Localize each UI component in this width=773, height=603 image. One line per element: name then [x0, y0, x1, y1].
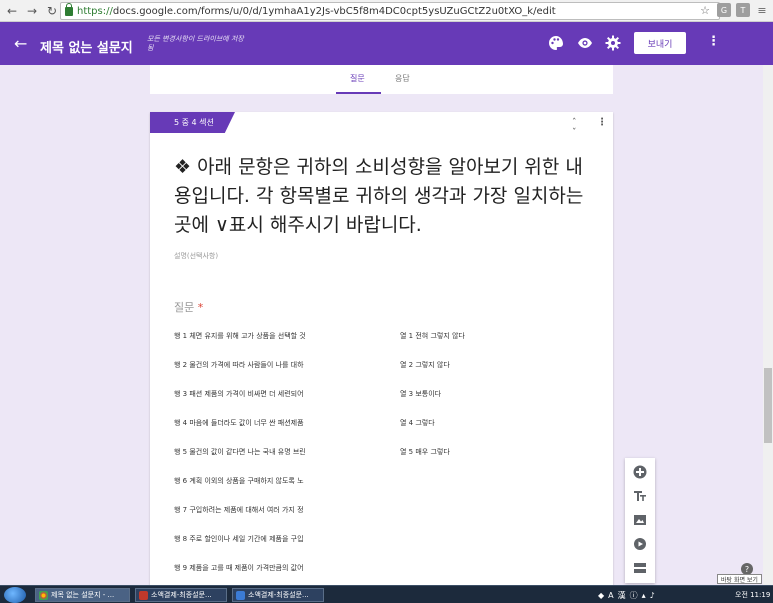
- help-tray-icon[interactable]: ⓘ: [630, 590, 638, 601]
- taskbar-item-label: 소액결제-최종설문...: [248, 591, 309, 599]
- grid-row[interactable]: 행 4 마음에 들더라도 값이 너무 싼 패션제품: [174, 418, 304, 428]
- required-mark: *: [197, 301, 204, 314]
- active-tab-indicator: [336, 92, 381, 94]
- reload-icon[interactable]: ↻: [44, 2, 60, 20]
- add-title-icon[interactable]: [633, 489, 647, 503]
- browser-toolbar: ← → ↻ https://docs.google.com/forms/u/0/…: [0, 0, 773, 22]
- url-text: docs.google.com/forms/u/0/d/1ymhaA1y2Js-…: [112, 5, 556, 17]
- grid-column[interactable]: 열 5 매우 그렇다: [400, 447, 450, 457]
- section-tag: 5 중 4 섹션: [150, 112, 235, 133]
- grid-row[interactable]: 행 8 주로 할인이나 세일 기간에 제품을 구입: [174, 534, 304, 544]
- show-desktop-tooltip: 바탕 화면 보기: [717, 574, 762, 584]
- question-title[interactable]: 질문 *: [174, 299, 203, 315]
- add-item-toolbar: [625, 458, 655, 583]
- url-scheme: https://: [77, 5, 113, 17]
- volume-icon[interactable]: ♪: [650, 591, 655, 600]
- grid-row[interactable]: 행 1 체면 유지를 위해 고가 상품을 선택할 것: [174, 331, 306, 341]
- window-icon: [236, 590, 245, 600]
- app-header: ← 제목 없는 설문지 모든 변경사항이 드라이브에 저장됨 보내기 ⋮: [0, 22, 773, 65]
- grid-column[interactable]: 열 3 보통이다: [400, 389, 441, 399]
- grid-row[interactable]: 행 6 계획 이외의 상품을 구매하지 않도록 노: [174, 476, 304, 486]
- grid-row[interactable]: 행 7 구입하려는 제품에 대해서 여러 가지 정: [174, 505, 304, 515]
- menu-icon[interactable]: ≡: [755, 3, 769, 17]
- star-icon[interactable]: ☆: [698, 3, 712, 17]
- preview-eye-icon[interactable]: [577, 35, 593, 51]
- tray-expand-icon[interactable]: ▴: [642, 591, 646, 600]
- send-button[interactable]: 보내기: [634, 32, 686, 54]
- grid-row[interactable]: 행 3 패션 제품의 가격이 비싸면 더 세련되어: [174, 389, 304, 399]
- add-question-icon[interactable]: [633, 465, 647, 479]
- grid-row[interactable]: 행 2 물건의 가격에 따라 사람들이 나를 대하: [174, 360, 304, 370]
- section-title[interactable]: ❖ 아래 문항은 귀하의 소비성향을 알아보기 위한 내용입니다. 각 항목별로…: [174, 153, 594, 240]
- taskbar-item[interactable]: 소액결제-최종설문...: [135, 588, 227, 602]
- grid-row[interactable]: 행 5 물건의 값이 같다면 나는 국내 유명 브린: [174, 447, 306, 457]
- add-video-icon[interactable]: [633, 537, 647, 551]
- hanja-icon[interactable]: 漢: [618, 590, 626, 601]
- section-description[interactable]: 설명(선택사항): [174, 251, 218, 261]
- extension-icon[interactable]: G: [717, 3, 731, 17]
- back-arrow-icon[interactable]: ←: [14, 34, 27, 53]
- grid-row[interactable]: 행 9 제품을 고를 때 제품이 가격만큼의 값어: [174, 563, 304, 573]
- add-image-icon[interactable]: [633, 513, 647, 527]
- tab-responses[interactable]: 응답: [395, 73, 410, 84]
- palette-icon[interactable]: [548, 35, 564, 51]
- taskbar-clock[interactable]: 오전 11:19: [735, 590, 770, 600]
- extension-t-icon[interactable]: T: [736, 3, 750, 17]
- add-section-icon[interactable]: [633, 561, 647, 575]
- taskbar-item-label: 소액결제-최종설문...: [151, 591, 212, 599]
- taskbar-item[interactable]: 제목 없는 설문지 - ...: [35, 588, 130, 602]
- windows-taskbar: 제목 없는 설문지 - ... 소액결제-최종설문... 소액결제-최종설문..…: [0, 585, 773, 603]
- settings-gear-icon[interactable]: [605, 35, 621, 51]
- question-label: 질문: [174, 301, 195, 314]
- more-vert-icon[interactable]: ⋮: [707, 34, 720, 49]
- scrollbar-thumb[interactable]: [764, 368, 772, 443]
- grid-column[interactable]: 열 4 그렇다: [400, 418, 435, 428]
- grid-column[interactable]: 열 1 전혀 그렇지 않다: [400, 331, 465, 341]
- start-button[interactable]: [4, 587, 26, 603]
- language-a-icon[interactable]: A: [608, 591, 613, 600]
- taskbar-item-label: 제목 없는 설문지 - ...: [51, 591, 115, 599]
- section-more-icon[interactable]: ⋮: [597, 117, 607, 128]
- collapse-icon[interactable]: ˆˇ: [572, 118, 577, 138]
- save-status: 모든 변경사항이 드라이브에 저장됨: [147, 35, 244, 52]
- page-scrollbar[interactable]: [763, 65, 773, 585]
- lock-icon: [65, 2, 73, 16]
- taskbar-item[interactable]: 소액결제-최종설문...: [232, 588, 324, 602]
- document-icon: [139, 590, 148, 600]
- form-tabs: 질문 응답: [150, 65, 613, 94]
- chrome-icon: [39, 590, 48, 600]
- back-arrow-icon[interactable]: ←: [4, 2, 20, 20]
- tab-questions[interactable]: 질문: [350, 73, 365, 84]
- address-bar[interactable]: https://docs.google.com/forms/u/0/d/1ymh…: [60, 2, 720, 20]
- system-tray: ◆ A 漢 ⓘ ▴ ♪: [598, 588, 655, 602]
- forward-arrow-icon[interactable]: →: [24, 2, 40, 20]
- form-title[interactable]: 제목 없는 설문지: [40, 37, 133, 56]
- input-method-icon[interactable]: ◆: [598, 591, 604, 600]
- grid-column[interactable]: 열 2 그렇지 않다: [400, 360, 450, 370]
